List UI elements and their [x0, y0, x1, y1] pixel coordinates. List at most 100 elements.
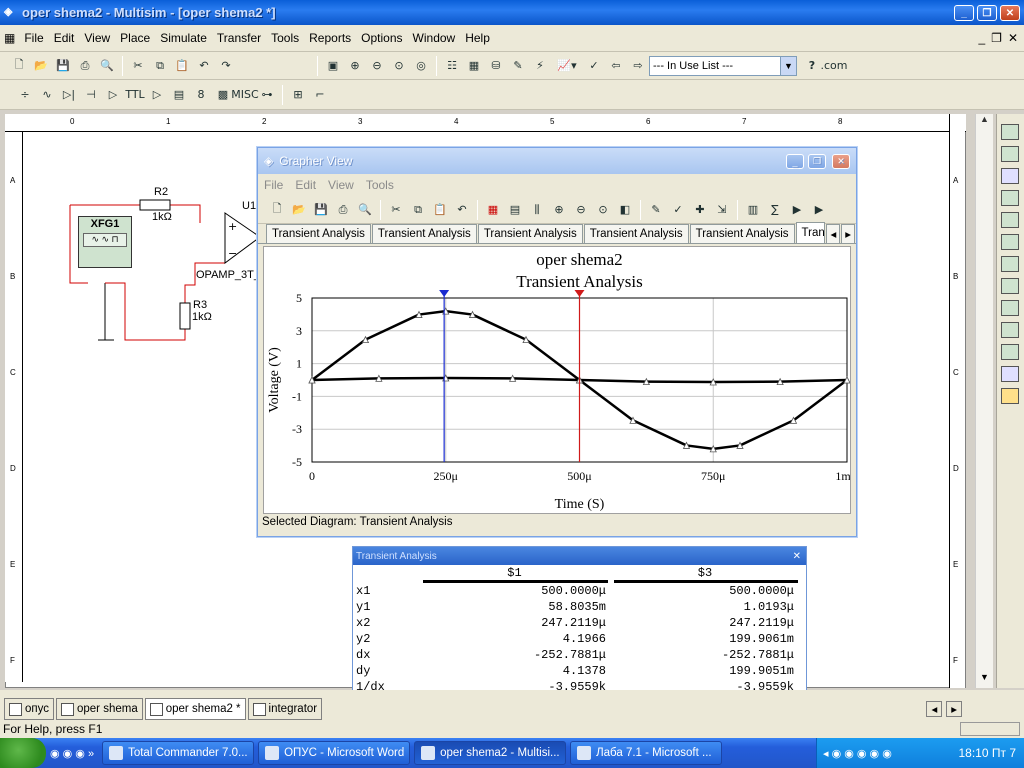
- wattmeter-icon[interactable]: [1001, 168, 1019, 184]
- zoom-out-icon[interactable]: ⊖: [368, 57, 386, 75]
- labview-icon[interactable]: ▶: [810, 201, 828, 219]
- cut-icon[interactable]: ✂: [387, 201, 405, 219]
- ground-wire[interactable]: [98, 283, 114, 341]
- cmos-icon[interactable]: ▷: [148, 86, 166, 104]
- print-icon[interactable]: ⎙: [334, 201, 352, 219]
- bus-icon[interactable]: ⌐: [311, 86, 329, 104]
- save-icon[interactable]: 💾: [54, 57, 72, 75]
- print-icon[interactable]: ⎙: [76, 57, 94, 75]
- tab-scroll-left-icon[interactable]: ◂: [826, 224, 841, 243]
- add-trace-icon[interactable]: ✚: [691, 201, 709, 219]
- chevron-down-icon[interactable]: ▼: [780, 56, 796, 75]
- indicator-icon[interactable]: 8: [192, 86, 210, 104]
- grapher-menu-edit[interactable]: Edit: [289, 178, 322, 192]
- in-use-list-select[interactable]: --- In Use List --- ▼: [649, 55, 797, 76]
- grapher-menu-view[interactable]: View: [322, 178, 360, 192]
- grapher-view-window[interactable]: ◈ Grapher View _ ❐ ✕ File Edit View Tool…: [257, 147, 857, 537]
- tab-transient-analysis[interactable]: Transient Analysis: [266, 224, 371, 243]
- tray-icons[interactable]: ◂ ◉ ◉ ◉ ◉ ◉: [823, 747, 892, 760]
- overlay-icon[interactable]: ✓: [669, 201, 687, 219]
- mixed-icon[interactable]: ▤: [170, 86, 188, 104]
- sheet-tab[interactable]: oper shema: [56, 698, 143, 720]
- open-icon[interactable]: 📂: [32, 57, 50, 75]
- misc-digital-icon[interactable]: ▩: [214, 86, 232, 104]
- export-mathcad-icon[interactable]: ∑: [766, 201, 784, 219]
- zoom-full-icon[interactable]: ⊙: [594, 201, 612, 219]
- basic-icon[interactable]: ∿: [38, 86, 56, 104]
- print-preview-icon[interactable]: 🔍: [98, 57, 116, 75]
- menu-reports[interactable]: Reports: [304, 31, 356, 45]
- zoom-area-icon[interactable]: ⊙: [390, 57, 408, 75]
- menu-help[interactable]: Help: [460, 31, 495, 45]
- taskbar-button[interactable]: Лаба 7.1 - Microsoft ...: [570, 741, 723, 765]
- misc-icon[interactable]: MISC: [231, 86, 258, 104]
- rf-icon[interactable]: ⊶: [258, 86, 276, 104]
- menu-tools[interactable]: Tools: [266, 31, 304, 45]
- word-generator-icon[interactable]: [1001, 278, 1019, 294]
- redo-icon[interactable]: ↷: [217, 57, 235, 75]
- four-channel-oscilloscope-icon[interactable]: [1001, 212, 1019, 228]
- undo-icon[interactable]: ↶: [195, 57, 213, 75]
- grapher-maximize-button[interactable]: ❐: [808, 154, 826, 169]
- diode-icon[interactable]: ▷|: [60, 86, 78, 104]
- measurement-probe-icon[interactable]: [1001, 388, 1019, 404]
- sheet-tab-active[interactable]: oper shema2 *: [144, 698, 246, 720]
- doc-minimize-button[interactable]: _: [975, 31, 988, 45]
- save-icon[interactable]: 💾: [312, 201, 330, 219]
- zoom-fit-icon[interactable]: ◎: [412, 57, 430, 75]
- export-excel-icon[interactable]: ▥: [744, 201, 762, 219]
- spreadsheet-icon[interactable]: ▦: [465, 57, 483, 75]
- grapher-close-button[interactable]: ✕: [832, 154, 850, 169]
- copy-icon[interactable]: ⧉: [409, 201, 427, 219]
- tab-transient-analysis[interactable]: Transient Analysis: [583, 224, 689, 243]
- function-generator[interactable]: XFG1 ∿ ∿ ⊓: [78, 216, 132, 268]
- multisim-app-icon[interactable]: ◈: [4, 5, 12, 18]
- open-icon[interactable]: 📂: [290, 201, 308, 219]
- grapher-menu-file[interactable]: File: [258, 178, 289, 192]
- cut-icon[interactable]: ✂: [129, 57, 147, 75]
- sheet-tab[interactable]: integrator: [247, 698, 323, 720]
- plot-area[interactable]: oper shema2 Transient Analysis 0 250μ 500μ 75…: [263, 246, 851, 514]
- taskbar-button[interactable]: ОПУС - Microsoft Word: [258, 741, 411, 765]
- menu-view[interactable]: View: [79, 31, 115, 45]
- fullscreen-icon[interactable]: ▣: [324, 57, 342, 75]
- grapher-icon[interactable]: 📈▾: [553, 57, 581, 75]
- menu-window[interactable]: Window: [408, 31, 461, 45]
- component-wizard-icon[interactable]: ✎: [509, 57, 527, 75]
- postprocessor-icon[interactable]: ✓: [585, 57, 603, 75]
- iv-analyzer-icon[interactable]: [1001, 344, 1019, 360]
- help-icon[interactable]: ?: [803, 57, 821, 75]
- maximize-button[interactable]: ❐: [977, 5, 997, 21]
- minimize-button[interactable]: _: [954, 5, 974, 21]
- scroll-up-icon[interactable]: ▲: [976, 114, 993, 130]
- hierarchy-icon[interactable]: ☷: [443, 57, 461, 75]
- sheet-tab[interactable]: опус: [4, 698, 54, 720]
- database-icon[interactable]: ⛁: [487, 57, 505, 75]
- source-icon[interactable]: ÷: [16, 86, 34, 104]
- oscilloscope-icon[interactable]: [1001, 190, 1019, 206]
- menu-transfer[interactable]: Transfer: [212, 31, 266, 45]
- grapher-minimize-button[interactable]: _: [786, 154, 804, 169]
- analog-icon[interactable]: ▷: [104, 86, 122, 104]
- export-lvm-icon[interactable]: ▶: [788, 201, 806, 219]
- grid-icon[interactable]: ▦: [484, 201, 502, 219]
- new-icon[interactable]: 🗋: [10, 57, 28, 75]
- paste-icon[interactable]: 📋: [431, 201, 449, 219]
- simulate-icon[interactable]: ⚡: [531, 57, 549, 75]
- close-icon[interactable]: ✕: [793, 551, 801, 562]
- hierarchical-block-icon[interactable]: ⊞: [289, 86, 307, 104]
- frequency-counter-icon[interactable]: [1001, 256, 1019, 272]
- doc-restore-button[interactable]: ❐: [988, 31, 1005, 45]
- ttl-icon[interactable]: TTL: [125, 86, 144, 104]
- start-button[interactable]: [0, 738, 46, 768]
- quick-launch-icons[interactable]: ◉ ◉ ◉ »: [50, 747, 94, 760]
- tab-transient-analysis[interactable]: Transient Analysis: [477, 224, 583, 243]
- r2-resistor[interactable]: [139, 199, 171, 211]
- menu-options[interactable]: Options: [356, 31, 407, 45]
- menu-place[interactable]: Place: [115, 31, 155, 45]
- bode-plotter-icon[interactable]: [1001, 234, 1019, 250]
- new-icon[interactable]: 🗋: [268, 201, 286, 219]
- close-button[interactable]: ✕: [1000, 5, 1020, 21]
- logic-analyzer-icon[interactable]: [1001, 300, 1019, 316]
- tab-transient-analysis[interactable]: Transient Analysis: [371, 224, 477, 243]
